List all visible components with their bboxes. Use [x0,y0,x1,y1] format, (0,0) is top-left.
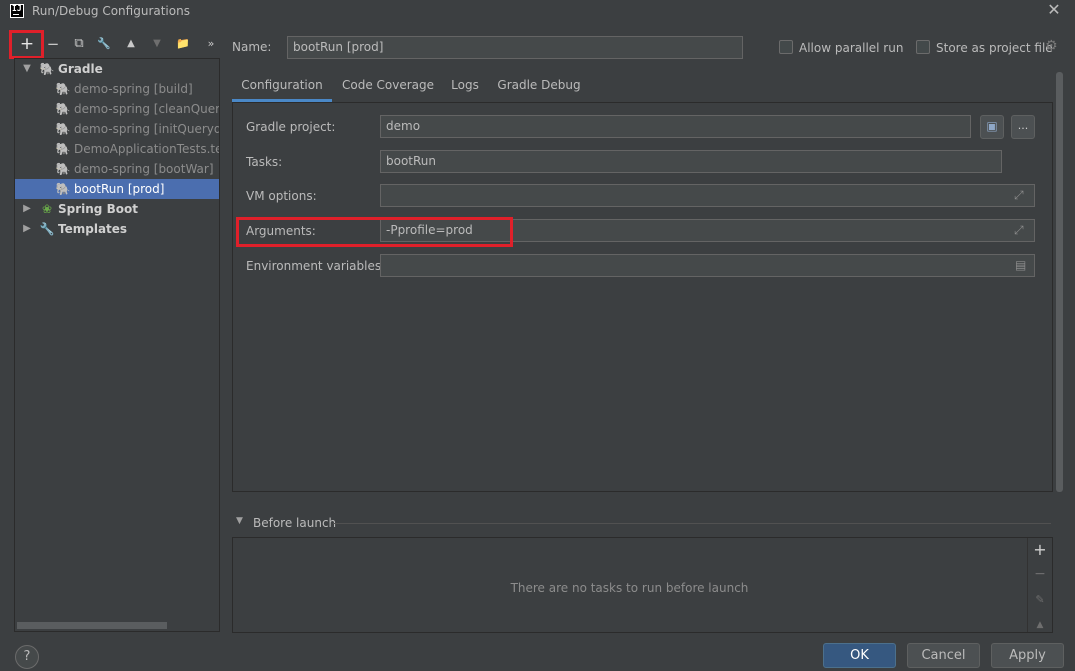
gradle-elephant-icon: 🐘 [55,182,71,196]
new-folder-icon[interactable]: 📁 [172,32,194,56]
name-input[interactable]: bootRun [prod] [287,36,743,59]
vertical-scrollbar[interactable] [1056,72,1063,492]
gradle-project-input[interactable]: demo [380,115,971,138]
environment-variables-input[interactable] [380,254,1035,277]
expand-icon[interactable]: ⤢ [1014,188,1024,203]
chevron-down-icon[interactable]: ▼ [21,59,33,79]
tree-item-gradle-config[interactable]: 🐘 demo-spring [bootWar] [15,159,219,179]
chevron-right-icon[interactable]: ▶ [21,199,33,219]
cancel-button[interactable]: Cancel [907,643,980,668]
add-task-button[interactable]: + [1028,540,1052,559]
add-button-highlight [9,30,44,59]
allow-parallel-label: Allow parallel run [799,41,904,55]
tree-item-label: bootRun [prod] [74,182,165,196]
tree-item-bootrun-prod[interactable]: 🐘 bootRun [prod] [15,179,219,199]
wrench-icon: 🔧 [39,222,55,236]
more-actions-button[interactable]: » [200,32,222,56]
tree-node-label: Spring Boot [58,202,138,216]
tree-item-gradle-config[interactable]: 🐘 demo-spring [cleanQueryd [15,99,220,119]
store-as-file-checkbox[interactable] [916,40,930,54]
gradle-elephant-icon: 🐘 [55,162,71,176]
tab-code-coverage[interactable]: Code Coverage [335,72,441,102]
chevron-down-icon[interactable]: ▼ [236,516,243,526]
gear-icon[interactable]: ⚙ [1045,38,1058,54]
title-bar: IJ Run/Debug Configurations ✕ [0,0,1075,24]
tree-node-label: Gradle [58,62,103,76]
tree-item-label: DemoApplicationTests.test [74,142,220,156]
browse-button[interactable]: ... [1011,115,1035,139]
tab-gradle-debug[interactable]: Gradle Debug [494,72,584,102]
tasks-label: Tasks: [246,155,283,169]
tree-node-label: Templates [58,222,128,236]
tab-configuration[interactable]: Configuration [232,72,332,102]
gradle-elephant-icon: 🐘 [55,142,71,156]
configurations-tree: ▼ 🐘 Gradle 🐘 demo-spring [build] 🐘 demo-… [14,58,220,632]
document-icon[interactable]: ▤ [1015,258,1026,272]
folder-icon[interactable]: ▣ [980,115,1004,139]
copy-configuration-button[interactable]: ⧉ [68,32,90,56]
section-divider [333,523,1051,524]
move-up-button[interactable]: ▲ [120,32,142,56]
edit-task-icon[interactable]: ✎ [1028,593,1052,606]
gradle-elephant-icon: 🐘 [55,82,71,96]
tree-item-label: demo-spring [initQuerydslS [74,122,219,136]
remove-configuration-button[interactable]: − [42,32,64,56]
close-icon[interactable]: ✕ [1046,2,1062,18]
tree-node-spring-boot[interactable]: ▶ ❀ Spring Boot [15,199,219,219]
vm-options-label: VM options: [246,189,317,203]
config-tabs: Configuration Code Coverage Logs Gradle … [232,72,1052,102]
move-up-task-button[interactable]: ▲ [1028,620,1052,630]
gradle-project-label: Gradle project: [246,120,336,134]
tree-item-gradle-config[interactable]: 🐘 DemoApplicationTests.test [15,139,220,159]
before-launch-header[interactable]: ▼ Before launch [236,515,1056,533]
help-button[interactable]: ? [15,645,39,669]
intellij-app-icon: IJ [10,4,24,18]
tree-item-gradle-config[interactable]: 🐘 demo-spring [build] [15,79,219,99]
environment-variables-label: Environment variables: [246,259,386,273]
gradle-elephant-icon: 🐘 [55,102,71,116]
tree-node-templates[interactable]: ▶ 🔧 Templates [15,219,219,239]
allow-parallel-checkbox[interactable] [779,40,793,54]
apply-button[interactable]: Apply [991,643,1064,668]
before-launch-actions: + − ✎ ▲ [1027,538,1053,632]
ok-button[interactable]: OK [823,643,896,668]
tree-item-label: demo-spring [build] [74,82,193,96]
expand-icon[interactable]: ⤢ [1014,223,1024,238]
store-as-file-label: Store as project file [936,41,1053,55]
tree-item-gradle-config[interactable]: 🐘 demo-spring [initQuerydslS [15,119,219,139]
tree-horizontal-scrollbar[interactable] [17,622,167,629]
remove-task-button[interactable]: − [1028,566,1052,582]
gradle-elephant-icon: 🐘 [55,122,71,136]
name-label: Name: [232,40,272,54]
tree-node-gradle[interactable]: ▼ 🐘 Gradle [15,59,219,79]
gradle-elephant-icon: 🐘 [39,62,55,76]
before-launch-panel: There are no tasks to run before launch [232,537,1053,633]
tree-item-label: demo-spring [bootWar] [74,162,214,176]
chevron-right-icon[interactable]: ▶ [21,219,33,239]
window-title: Run/Debug Configurations [32,4,190,18]
edit-templates-icon[interactable]: 🔧 [93,32,115,56]
empty-state-text: There are no tasks to run before launch [510,581,749,595]
spring-boot-icon: ❀ [41,202,53,216]
tasks-input[interactable]: bootRun [380,150,1002,173]
move-down-button[interactable]: ▼ [146,32,168,56]
arguments-highlight [236,217,513,247]
before-launch-title: Before launch [253,516,337,530]
tab-logs[interactable]: Logs [445,72,485,102]
tree-item-label: demo-spring [cleanQueryd [74,102,220,116]
vm-options-input[interactable] [380,184,1035,207]
